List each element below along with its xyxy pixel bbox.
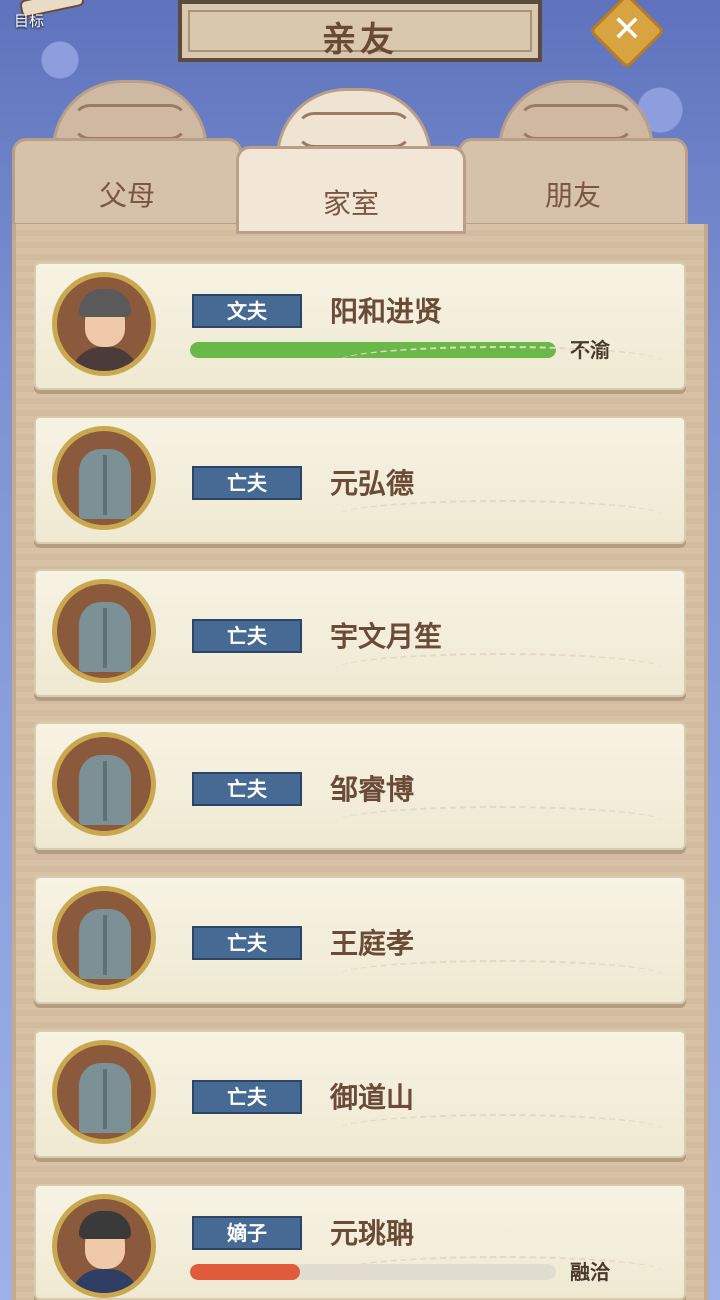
relative-card[interactable]: 亡夫 元弘德 xyxy=(34,416,686,544)
title-plate: 亲友 xyxy=(178,0,542,62)
relative-name: 元珧聃 xyxy=(330,1217,415,1250)
role-tag: 亡夫 xyxy=(192,466,302,500)
relative-name: 王庭孝 xyxy=(330,927,415,960)
tombstone-icon xyxy=(52,886,156,990)
tomb-shape xyxy=(79,602,131,672)
relation-bar xyxy=(190,1264,556,1280)
goal-button[interactable]: 目标 xyxy=(0,0,86,36)
relative-name: 宇文月笙 xyxy=(330,620,443,653)
young-man-portrait-icon xyxy=(52,1194,156,1298)
avatar-hair xyxy=(79,1211,131,1239)
man-portrait-icon xyxy=(52,272,156,376)
relation-bar xyxy=(190,342,556,358)
tombstone-icon xyxy=(52,426,156,530)
relation-bar-fill xyxy=(190,1264,300,1280)
tomb-shape xyxy=(79,449,131,519)
avatar-cloth xyxy=(71,347,139,371)
role-tag: 亡夫 xyxy=(192,619,302,653)
relative-name: 阳和进贤 xyxy=(330,295,443,328)
tab-label: 父母 xyxy=(98,179,155,212)
role-tag: 亡夫 xyxy=(192,772,302,806)
tombstone-icon xyxy=(52,732,156,836)
tab-parents[interactable]: 父母 xyxy=(12,80,242,226)
tab-label: 朋友 xyxy=(544,179,601,212)
avatar-cloth xyxy=(71,1269,139,1293)
tombstone-icon xyxy=(52,1040,156,1144)
relative-name: 元弘德 xyxy=(330,467,415,500)
relative-card[interactable]: 文夫 阳和进贤 不渝 xyxy=(34,262,686,390)
page-title: 亲友 xyxy=(322,20,398,60)
close-icon: ✕ xyxy=(611,9,643,50)
tomb-shape xyxy=(79,755,131,825)
tab-label: 家室 xyxy=(322,187,379,220)
relative-card[interactable]: 亡夫 王庭孝 xyxy=(34,876,686,1004)
relative-card[interactable]: 亡夫 邹睿博 xyxy=(34,722,686,850)
role-tag: 文夫 xyxy=(192,294,302,328)
tab-family[interactable]: 家室 xyxy=(236,88,466,234)
relative-card[interactable]: 嫡子 元珧聃 融洽 xyxy=(34,1184,686,1300)
relative-card[interactable]: 亡夫 宇文月笙 xyxy=(34,569,686,697)
avatar-hair xyxy=(79,289,131,317)
role-tag: 亡夫 xyxy=(192,926,302,960)
relation-label: 不渝 xyxy=(570,338,610,362)
swirl-ornament xyxy=(518,104,634,140)
role-tag: 亡夫 xyxy=(192,1080,302,1114)
tomb-shape xyxy=(79,909,131,979)
tab-friends[interactable]: 朋友 xyxy=(458,80,688,226)
tombstone-icon xyxy=(52,579,156,683)
relation-label: 融洽 xyxy=(570,1260,610,1284)
relative-name: 邹睿博 xyxy=(330,773,415,806)
relative-name: 御道山 xyxy=(330,1081,415,1114)
relative-card[interactable]: 亡夫 御道山 xyxy=(34,1030,686,1158)
swirl-ornament xyxy=(296,112,412,148)
tomb-shape xyxy=(79,1063,131,1133)
goal-label: 目标 xyxy=(14,12,45,30)
role-tag: 嫡子 xyxy=(192,1216,302,1250)
swirl-ornament xyxy=(72,104,188,140)
relation-bar-fill xyxy=(190,342,556,358)
